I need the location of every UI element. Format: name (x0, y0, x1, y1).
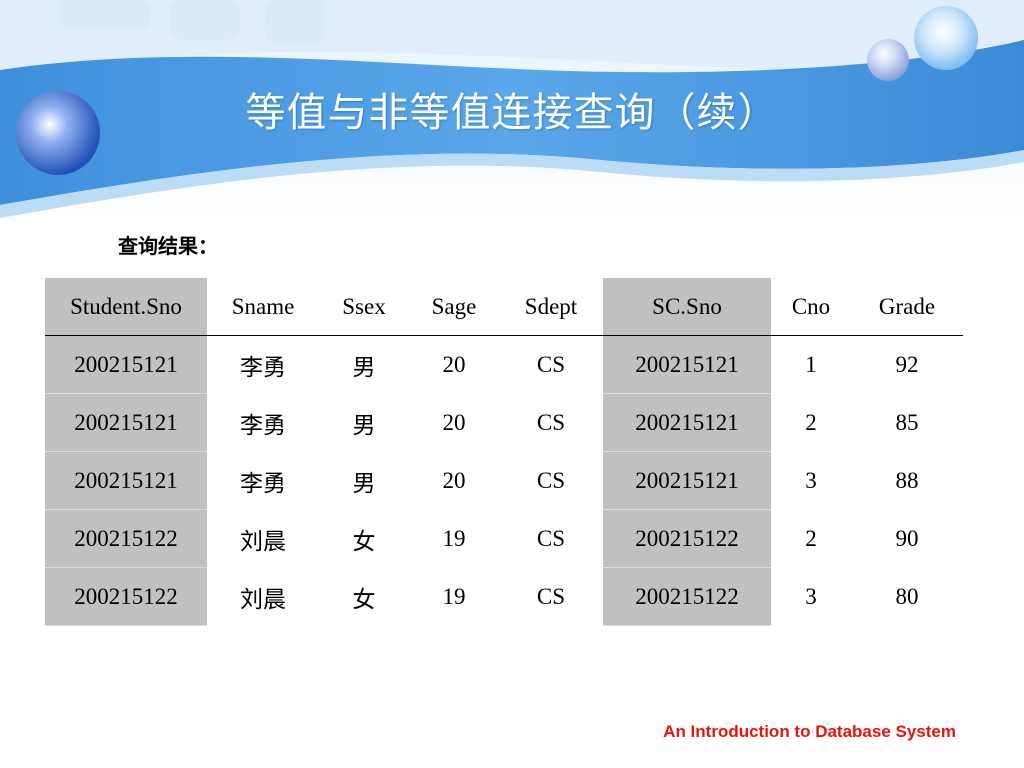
table-row: 200215121 李勇 男 20 CS 200215121 3 88 (45, 451, 963, 510)
footer-course-title: An Introduction to Database System (663, 722, 956, 741)
cell-cno: 1 (805, 351, 817, 377)
cell-sdept: CS (536, 525, 566, 551)
cell-cno: 2 (805, 409, 817, 435)
cell-sdept: CS (536, 583, 566, 609)
cell-cno: 2 (805, 525, 817, 551)
cell-sage: 19 (442, 525, 466, 551)
cell-student-sno: 200215121 (45, 451, 207, 510)
query-result-table: Student.Sno Sname Ssex Sage Sdept SC.Sno… (45, 278, 963, 626)
cell-cno: 3 (805, 467, 817, 493)
cell-sage: 19 (442, 583, 466, 609)
cell-ssex: 女 (352, 528, 376, 554)
cell-ssex: 男 (352, 470, 376, 496)
cell-sc-sno: 200215121 (603, 393, 771, 452)
cell-ssex: 男 (352, 354, 376, 380)
cell-sdept: CS (536, 467, 566, 493)
cell-grade: 90 (895, 525, 919, 551)
cell-grade: 80 (895, 583, 919, 609)
cell-sname: 李勇 (240, 470, 286, 496)
cell-sc-sno: 200215122 (603, 567, 771, 626)
cell-sc-sno: 200215122 (603, 509, 771, 568)
cell-sname: 刘晨 (240, 528, 286, 554)
cell-student-sno: 200215121 (45, 335, 207, 394)
header-sage: Sage (409, 278, 499, 336)
header-sname: Sname (207, 278, 319, 336)
cell-cno: 3 (805, 583, 817, 609)
cell-ssex: 女 (352, 586, 376, 612)
cell-sname: 李勇 (240, 354, 286, 380)
header-cno: Cno (771, 278, 851, 336)
cell-student-sno: 200215122 (45, 509, 207, 568)
cell-sname: 刘晨 (240, 586, 286, 612)
table-row: 200215121 李勇 男 20 CS 200215121 2 85 (45, 393, 963, 452)
cell-sage: 20 (442, 409, 466, 435)
header-sc-sno: SC.Sno (603, 278, 771, 336)
header-sdept: Sdept (499, 278, 603, 336)
header-ssex: Ssex (319, 278, 409, 336)
header-grade: Grade (851, 278, 963, 336)
cell-ssex: 男 (352, 412, 376, 438)
cell-sc-sno: 200215121 (603, 451, 771, 510)
cell-student-sno: 200215121 (45, 393, 207, 452)
cell-sc-sno: 200215121 (603, 335, 771, 394)
query-result-label: 查询结果： (118, 234, 218, 258)
cell-grade: 85 (895, 409, 919, 435)
cell-grade: 92 (895, 351, 919, 377)
cell-sage: 20 (442, 351, 466, 377)
cell-sdept: CS (536, 409, 566, 435)
table-row: 200215122 刘晨 女 19 CS 200215122 2 90 (45, 509, 963, 568)
cell-sname: 李勇 (240, 412, 286, 438)
cell-sdept: CS (536, 351, 566, 377)
cell-student-sno: 200215122 (45, 567, 207, 626)
cell-sage: 20 (442, 467, 466, 493)
cell-grade: 88 (895, 467, 919, 493)
header-student-sno: Student.Sno (45, 278, 207, 336)
table-row: 200215121 李勇 男 20 CS 200215121 1 92 (45, 335, 963, 394)
table-header-row: Student.Sno Sname Ssex Sage Sdept SC.Sno… (45, 278, 963, 336)
table-row: 200215122 刘晨 女 19 CS 200215122 3 80 (45, 567, 963, 626)
slide-title: 等值与非等值连接查询（续） (245, 90, 779, 136)
